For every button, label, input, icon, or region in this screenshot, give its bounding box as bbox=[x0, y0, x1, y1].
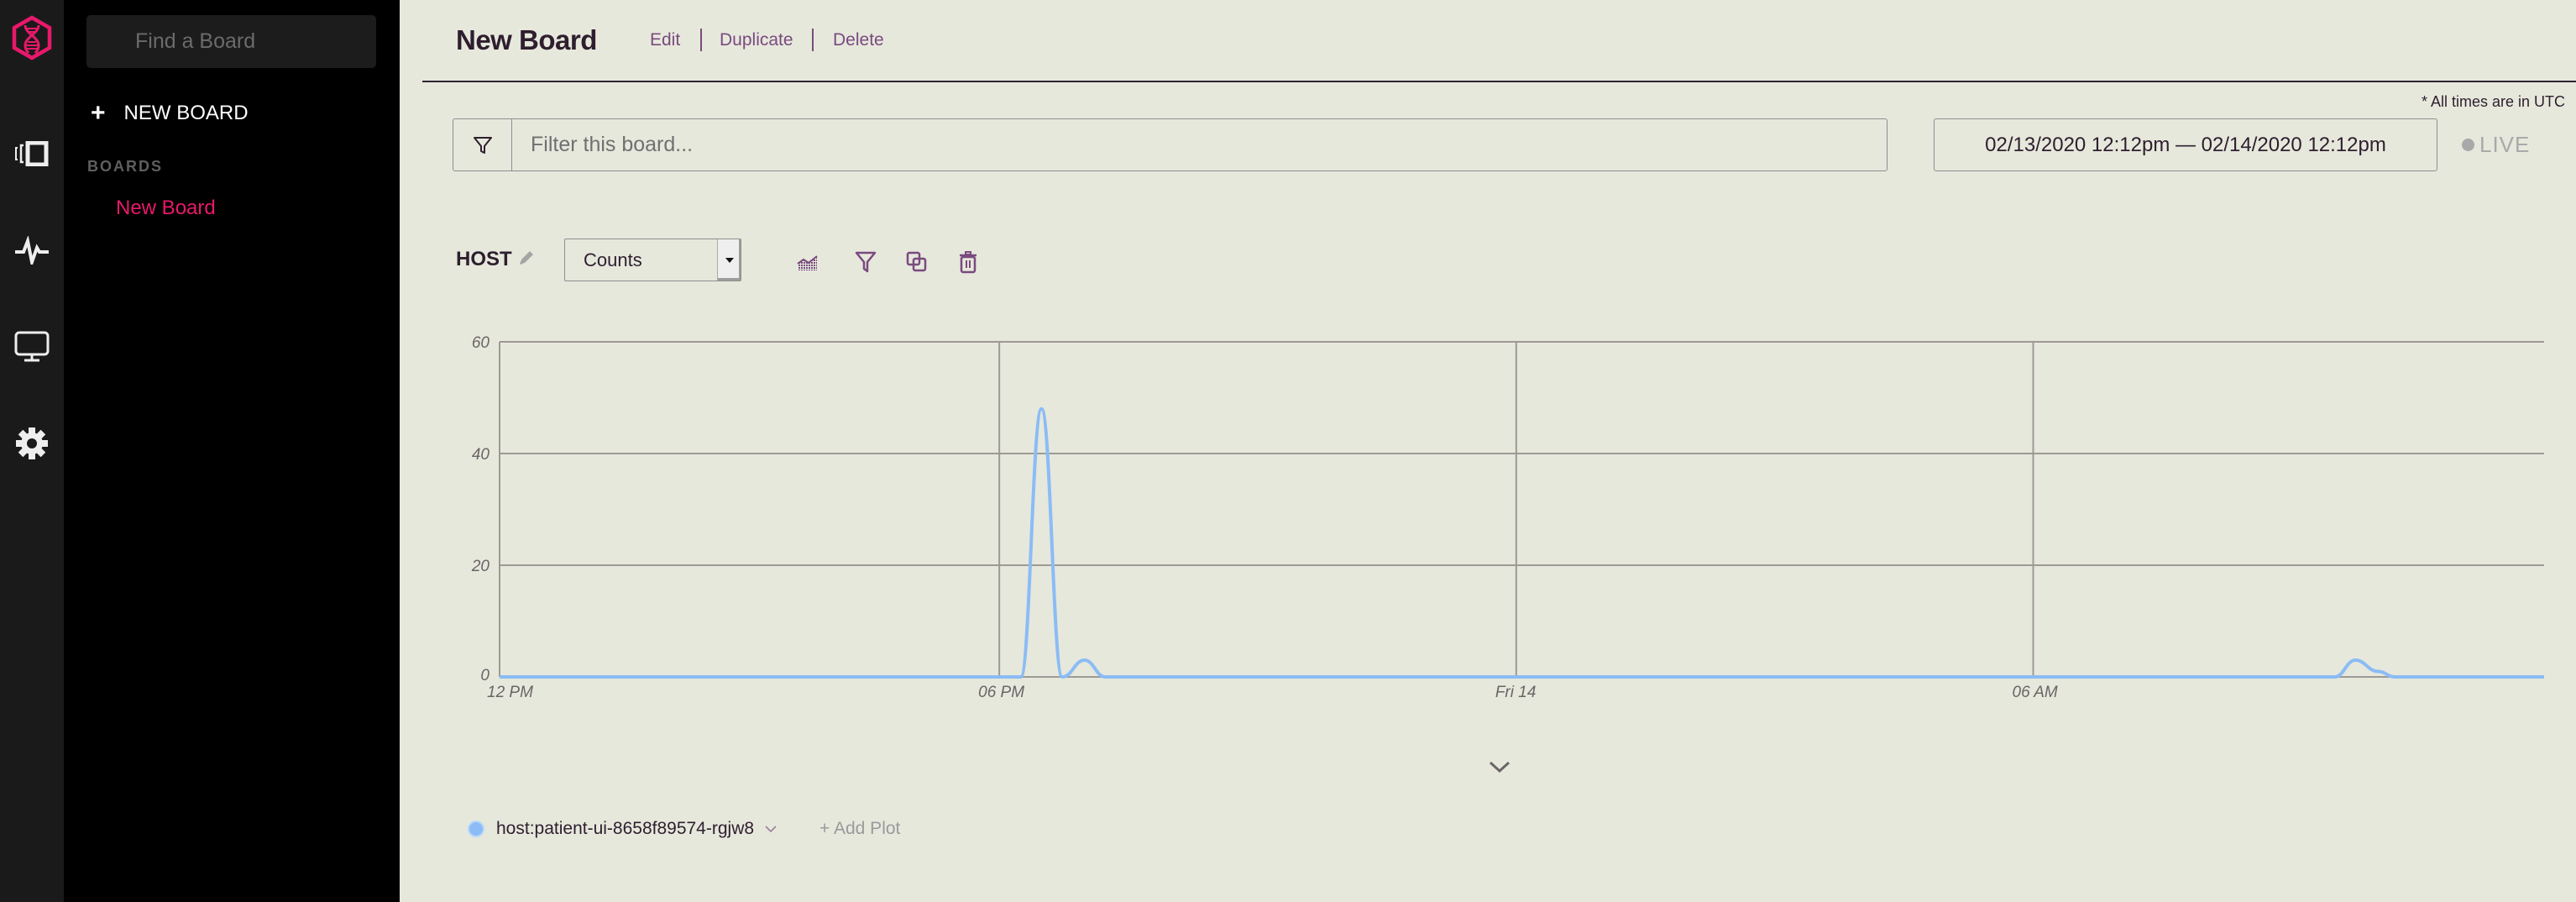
metric-select-value: Counts bbox=[584, 249, 642, 270]
x-tick-label: 12 PM bbox=[487, 684, 533, 701]
live-status-dot bbox=[2462, 139, 2474, 151]
duplicate-icon bbox=[906, 251, 927, 272]
live-toggle[interactable]: LIVE bbox=[2462, 132, 2530, 158]
dna-hexagon-logo-icon bbox=[12, 15, 52, 60]
rail-monitoring-button[interactable] bbox=[0, 233, 64, 267]
chevron-down-icon bbox=[1489, 761, 1511, 774]
rail-settings-button[interactable] bbox=[0, 424, 64, 463]
plus-icon: + bbox=[91, 99, 106, 127]
boards-icon bbox=[15, 141, 49, 166]
area-chart-icon bbox=[797, 255, 818, 270]
edit-board-link[interactable]: Edit bbox=[650, 30, 680, 50]
expand-panel-button[interactable] bbox=[1483, 754, 1516, 779]
boards-heading: BOARDS bbox=[87, 158, 164, 175]
filter-board-input[interactable] bbox=[512, 119, 1887, 170]
header-separator bbox=[812, 29, 814, 51]
panel-title: HOST bbox=[456, 248, 512, 270]
new-board-label: NEW BOARD bbox=[123, 102, 249, 124]
page-title: New Board bbox=[456, 24, 597, 55]
rail-display-button[interactable] bbox=[0, 328, 64, 366]
pencil-icon bbox=[520, 251, 533, 265]
header-separator bbox=[700, 29, 702, 51]
logo-button[interactable] bbox=[0, 8, 64, 67]
filter-icon bbox=[473, 136, 492, 154]
filter-button[interactable] bbox=[453, 119, 512, 170]
counts-chart: 0 20 40 60 12 PM 06 PM Fri 14 06 AM bbox=[471, 334, 2544, 701]
delete-panel-button[interactable] bbox=[951, 245, 985, 279]
series-options-button[interactable] bbox=[764, 825, 778, 833]
boards-sidebar: + NEW BOARD BOARDS New Board bbox=[64, 0, 400, 902]
monitor-icon bbox=[14, 331, 50, 362]
filter-icon bbox=[855, 251, 877, 273]
x-tick-label: 06 PM bbox=[978, 684, 1024, 701]
duplicate-board-link[interactable]: Duplicate bbox=[720, 30, 793, 50]
duplicate-panel-button[interactable] bbox=[900, 245, 934, 279]
series-line bbox=[499, 406, 2544, 679]
add-plot-button[interactable]: + Add Plot bbox=[819, 819, 900, 839]
gear-icon bbox=[16, 427, 48, 459]
app: + NEW BOARD BOARDS New Board New Board E… bbox=[0, 0, 2576, 902]
y-tick-label: 0 bbox=[480, 667, 490, 684]
metric-select[interactable]: Counts bbox=[564, 239, 741, 281]
chart-legend: host:patient-ui-8658f89574-rgjw8 + Add P… bbox=[468, 819, 900, 839]
chevron-down-icon bbox=[765, 826, 777, 833]
panel-filter-button[interactable] bbox=[849, 245, 882, 279]
trash-icon bbox=[960, 251, 976, 274]
x-tick-label: 06 AM bbox=[2013, 684, 2058, 701]
pulse-icon bbox=[15, 236, 49, 265]
header-divider bbox=[422, 81, 2576, 82]
x-tick-label: Fri 14 bbox=[1495, 684, 1537, 701]
y-tick-label: 20 bbox=[471, 558, 490, 575]
series-color-swatch[interactable] bbox=[468, 821, 484, 837]
utc-note: * All times are in UTC bbox=[2421, 93, 2565, 110]
dropdown-arrow-icon bbox=[717, 239, 741, 281]
legend-series-label: host:patient-ui-8658f89574-rgjw8 bbox=[496, 819, 755, 838]
edit-panel-title-button[interactable] bbox=[517, 249, 536, 271]
sidebar-item-new-board[interactable]: New Board bbox=[116, 197, 216, 220]
y-tick-label: 60 bbox=[472, 334, 490, 352]
board-filter bbox=[453, 118, 1887, 171]
date-range-picker[interactable]: 02/13/2020 12:12pm — 02/14/2020 12:12pm bbox=[1934, 118, 2437, 171]
live-label: LIVE bbox=[2479, 132, 2531, 157]
rail-boards-button[interactable] bbox=[0, 137, 64, 170]
y-tick-label: 40 bbox=[472, 446, 490, 464]
icon-rail bbox=[0, 0, 64, 902]
chart-type-button[interactable] bbox=[791, 245, 825, 279]
new-board-button[interactable]: + NEW BOARD bbox=[91, 98, 249, 128]
find-board-input[interactable] bbox=[86, 15, 376, 68]
delete-board-link[interactable]: Delete bbox=[833, 30, 884, 50]
